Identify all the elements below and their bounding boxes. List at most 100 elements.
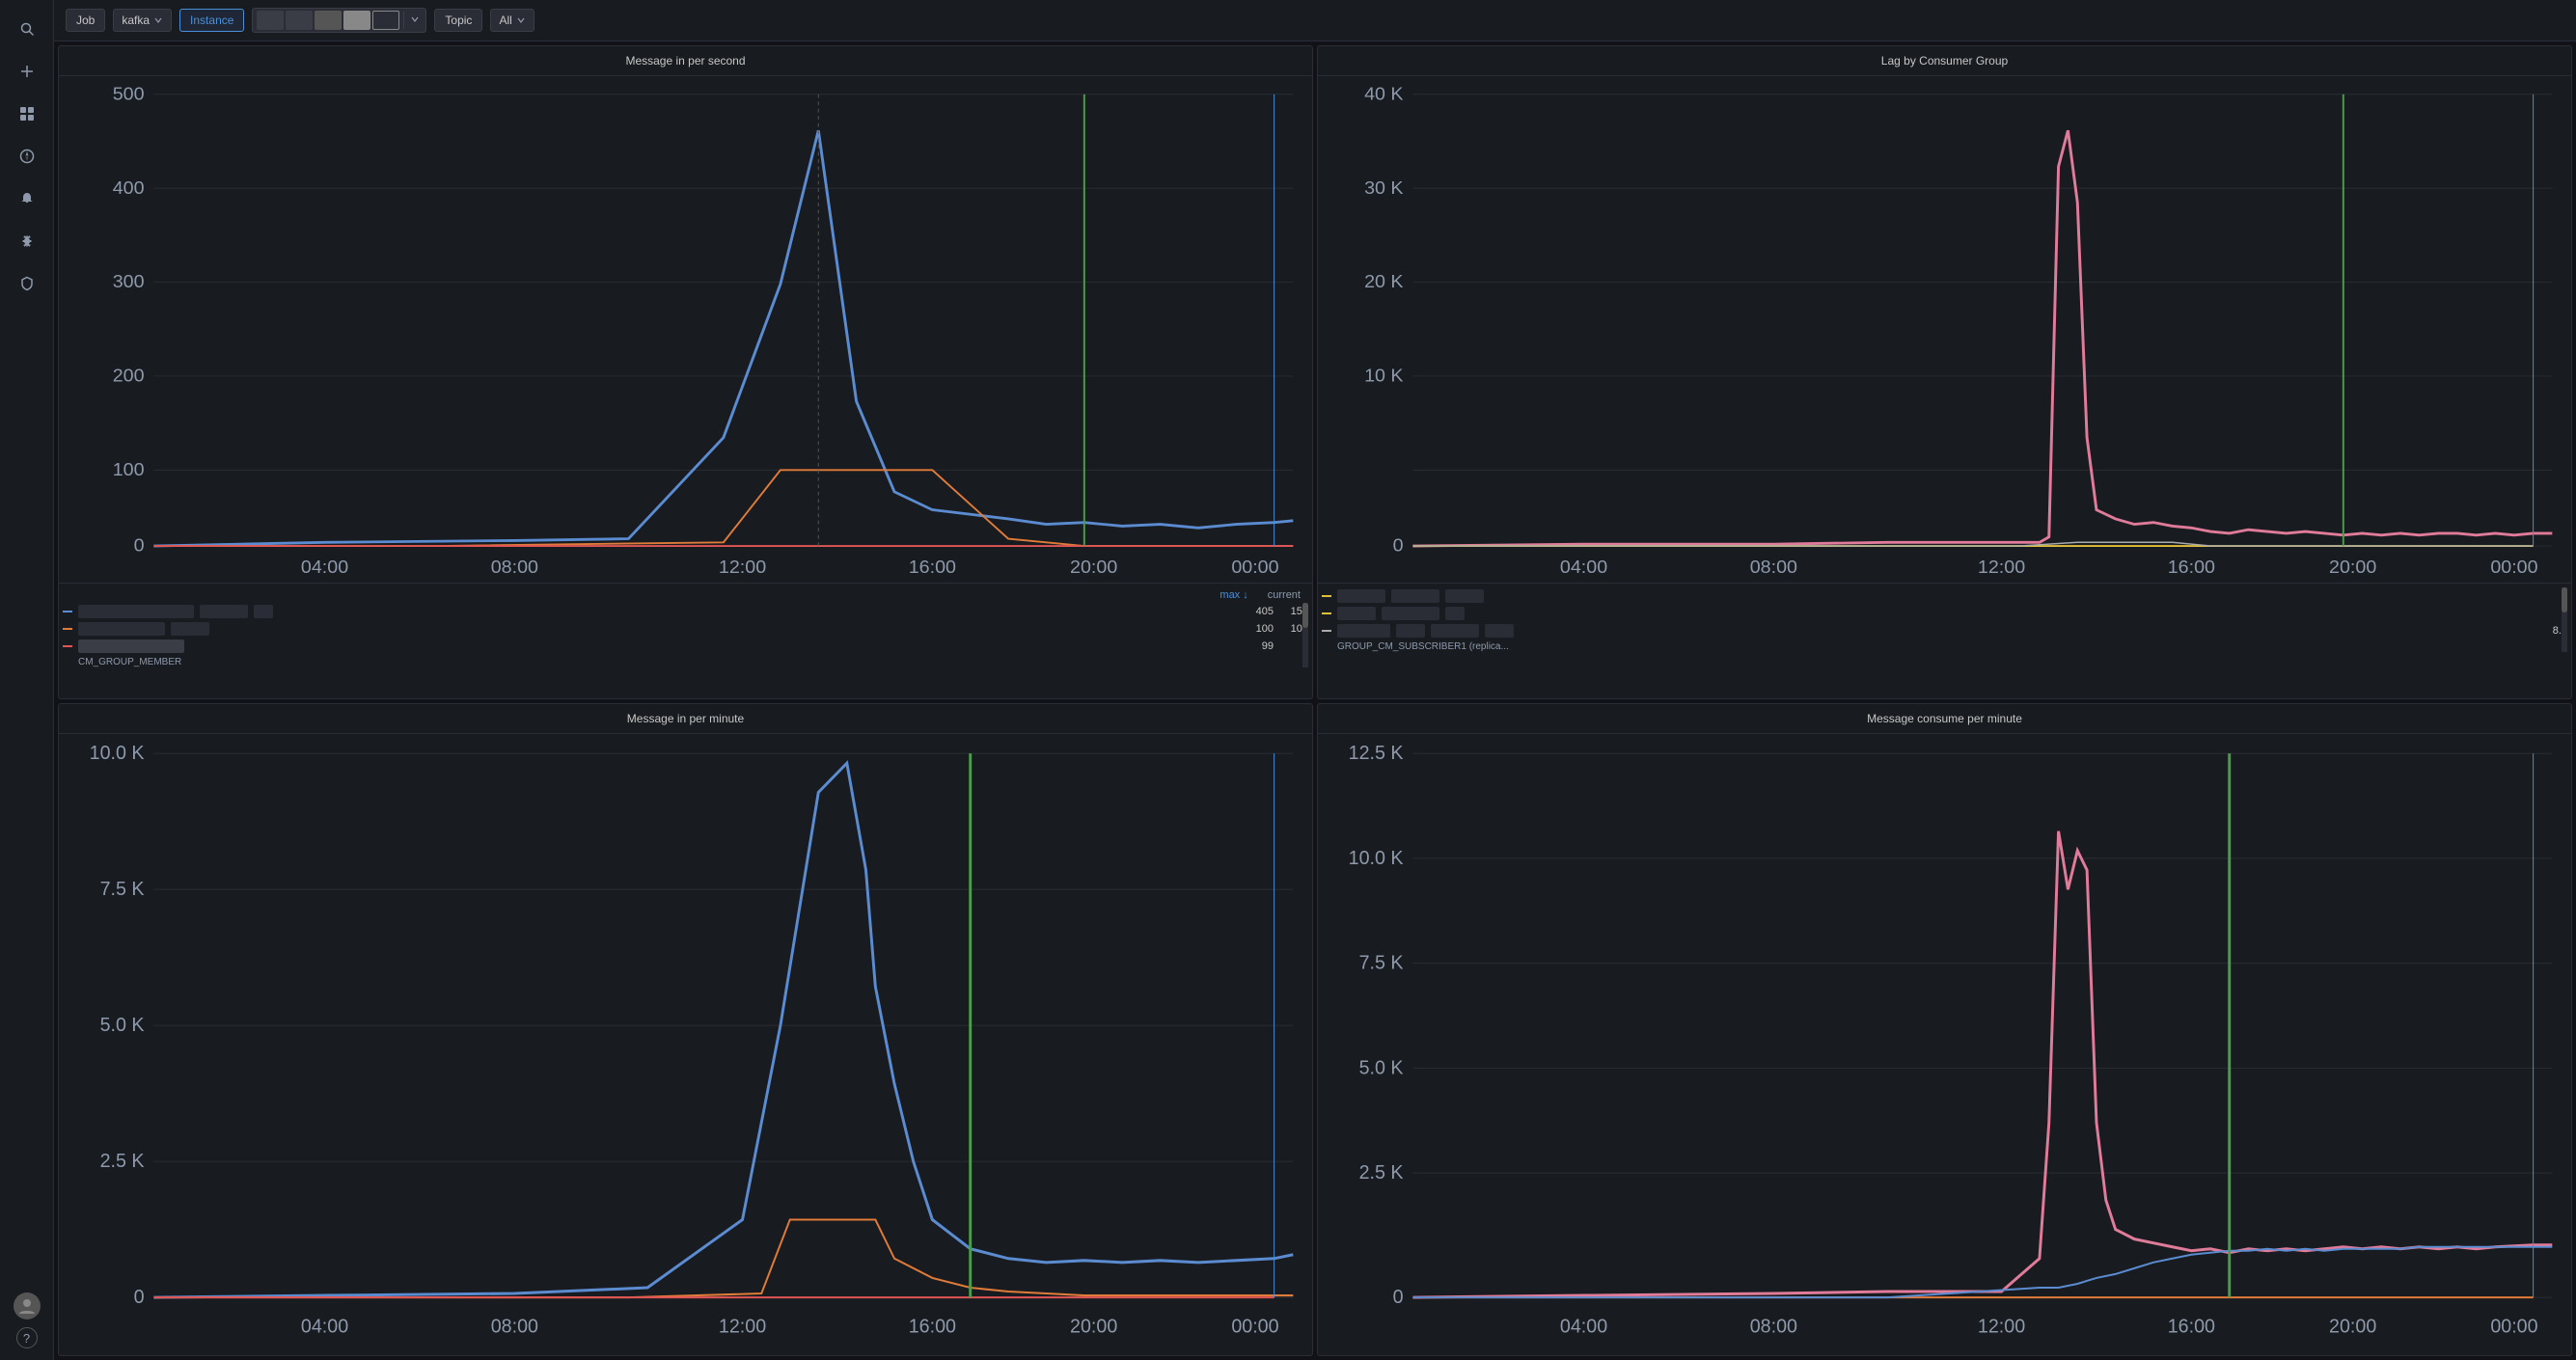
lag-legend-label-1b	[1391, 589, 1439, 603]
svg-text:20:00: 20:00	[1070, 1316, 1117, 1337]
lag-legend-row-1: l	[1322, 587, 2567, 605]
svg-text:20 K: 20 K	[1364, 273, 1404, 292]
svg-text:08:00: 08:00	[491, 558, 538, 578]
legend-color-1	[63, 611, 72, 612]
chart-lag-consumer-legend: l 8.0	[1318, 583, 2571, 698]
svg-text:5.0 K: 5.0 K	[1359, 1057, 1405, 1078]
svg-text:300: 300	[113, 273, 145, 292]
svg-text:04:00: 04:00	[1560, 558, 1607, 578]
lag-legend-color-1	[1322, 595, 1331, 597]
chart-msg-per-minute-title: Message in per minute	[59, 704, 1312, 734]
legend-color-3	[63, 645, 72, 647]
svg-text:0: 0	[1393, 1286, 1404, 1307]
avatar[interactable]	[14, 1292, 41, 1319]
lag-legend-label-3d	[1485, 624, 1514, 638]
chart-consume-per-minute-area: 12.5 K 10.0 K 7.5 K 5.0 K 2.5 K 0 04:00 …	[1318, 734, 2571, 1356]
lag-legend-label-3b	[1396, 624, 1425, 638]
lag-legend-label-3	[1337, 624, 1390, 638]
legend-scrollbar[interactable]	[1302, 603, 1308, 667]
svg-text:04:00: 04:00	[301, 1316, 348, 1337]
legend-header: max ↓ current	[63, 587, 1308, 603]
svg-text:16:00: 16:00	[2168, 558, 2215, 578]
legend-label-2b	[171, 622, 209, 636]
job-button[interactable]: Job	[66, 9, 105, 32]
topic-button[interactable]: Topic	[434, 9, 482, 32]
gear-icon[interactable]	[10, 224, 44, 258]
chart-msg-per-minute-area: 10.0 K 7.5 K 5.0 K 2.5 K 0 04:00 08:00 1…	[59, 734, 1312, 1356]
instance-dropdown-arrow[interactable]	[403, 12, 425, 29]
svg-text:2.5 K: 2.5 K	[1359, 1162, 1405, 1183]
legend-color-2	[63, 628, 72, 630]
svg-text:20:00: 20:00	[2329, 558, 2376, 578]
instance-chip-4[interactable]	[343, 11, 370, 30]
lag-legend-scrollbar[interactable]	[2562, 587, 2567, 652]
chart-lag-consumer-title: Lag by Consumer Group	[1318, 46, 2571, 76]
svg-text:0: 0	[134, 1286, 145, 1307]
svg-text:16:00: 16:00	[909, 1316, 956, 1337]
compass-icon[interactable]	[10, 139, 44, 174]
search-icon[interactable]	[10, 12, 44, 46]
current-label: current	[1268, 589, 1301, 601]
lag-legend-label-3c	[1431, 624, 1479, 638]
svg-text:5.0 K: 5.0 K	[100, 1014, 146, 1035]
chart-msg-per-second-area: 500 400 300 200 100 0 04:00 08:00 12:00 …	[59, 76, 1312, 583]
svg-text:40 K: 40 K	[1364, 85, 1404, 104]
lag-legend-row-3: 8.0	[1322, 622, 2567, 639]
instance-chip-3[interactable]	[315, 11, 342, 30]
svg-text:04:00: 04:00	[301, 558, 348, 578]
lag-legend-label-1	[1337, 589, 1385, 603]
bell-icon[interactable]	[10, 181, 44, 216]
chart-msg-per-second: Message in per second 500 400 300 200 10…	[58, 45, 1313, 699]
legend-row-1: 405 151	[63, 603, 1308, 620]
charts-grid: Message in per second 500 400 300 200 10…	[54, 41, 2576, 1360]
svg-text:12:00: 12:00	[719, 558, 766, 578]
plus-icon[interactable]	[10, 54, 44, 89]
chart-lag-consumer-area: 40 K 30 K 20 K 10 K 0 04:00 08:00 12:00 …	[1318, 76, 2571, 583]
instance-button[interactable]: Instance	[179, 9, 244, 32]
svg-text:08:00: 08:00	[491, 1316, 538, 1337]
svg-text:10.0 K: 10.0 K	[90, 742, 146, 763]
svg-text:08:00: 08:00	[1750, 1316, 1797, 1337]
chart-consume-per-minute-title: Message consume per minute	[1318, 704, 2571, 734]
svg-text:16:00: 16:00	[909, 558, 956, 578]
grid-icon[interactable]	[10, 96, 44, 131]
lag-legend-row-2	[1322, 605, 2567, 622]
shield-icon[interactable]	[10, 266, 44, 301]
legend-max-3: 99	[1245, 640, 1274, 652]
instance-chip-2[interactable]	[286, 11, 313, 30]
svg-text:00:00: 00:00	[2490, 1316, 2537, 1337]
instance-chip-1[interactable]	[257, 11, 284, 30]
help-icon[interactable]: ?	[16, 1327, 38, 1348]
toolbar: Job kafka Instance Topic All	[54, 0, 2576, 41]
svg-text:00:00: 00:00	[1231, 1316, 1278, 1337]
svg-text:12:00: 12:00	[719, 1316, 766, 1337]
legend-label-1b	[200, 605, 248, 618]
svg-text:10.0 K: 10.0 K	[1349, 847, 1405, 868]
svg-text:100: 100	[113, 460, 145, 479]
lag-group-label: GROUP_CM_SUBSCRIBER1 (replica...	[1322, 641, 2567, 652]
lag-legend-color-2	[1322, 612, 1331, 614]
lag-legend-label-1c	[1445, 589, 1484, 603]
legend-row-2: 100 100	[63, 620, 1308, 638]
svg-text:12:00: 12:00	[1978, 1316, 2025, 1337]
topic-dropdown[interactable]: All	[490, 9, 534, 32]
kafka-dropdown[interactable]: kafka	[113, 9, 172, 32]
svg-text:0: 0	[134, 536, 145, 556]
legend-max-1: 405	[1245, 606, 1274, 617]
main-content: Job kafka Instance Topic All	[54, 0, 2576, 1360]
lag-legend-label-2c	[1445, 607, 1465, 620]
chart-lag-consumer: Lag by Consumer Group 40 K 30 K 20 K 10 …	[1317, 45, 2572, 699]
instance-chip-5[interactable]	[372, 11, 399, 30]
lag-legend-color-3	[1322, 630, 1331, 632]
sidebar: ?	[0, 0, 54, 1360]
legend-row-3: 99 0	[63, 638, 1308, 655]
legend-label-1	[78, 605, 194, 618]
svg-text:200: 200	[113, 367, 145, 386]
lag-legend-label-2b	[1382, 607, 1439, 620]
max-sort[interactable]: max ↓	[1219, 589, 1247, 601]
svg-text:500: 500	[113, 85, 145, 104]
instance-selector[interactable]	[252, 8, 426, 33]
svg-text:10 K: 10 K	[1364, 367, 1404, 386]
svg-text:30 K: 30 K	[1364, 178, 1404, 198]
svg-text:20:00: 20:00	[1070, 558, 1117, 578]
